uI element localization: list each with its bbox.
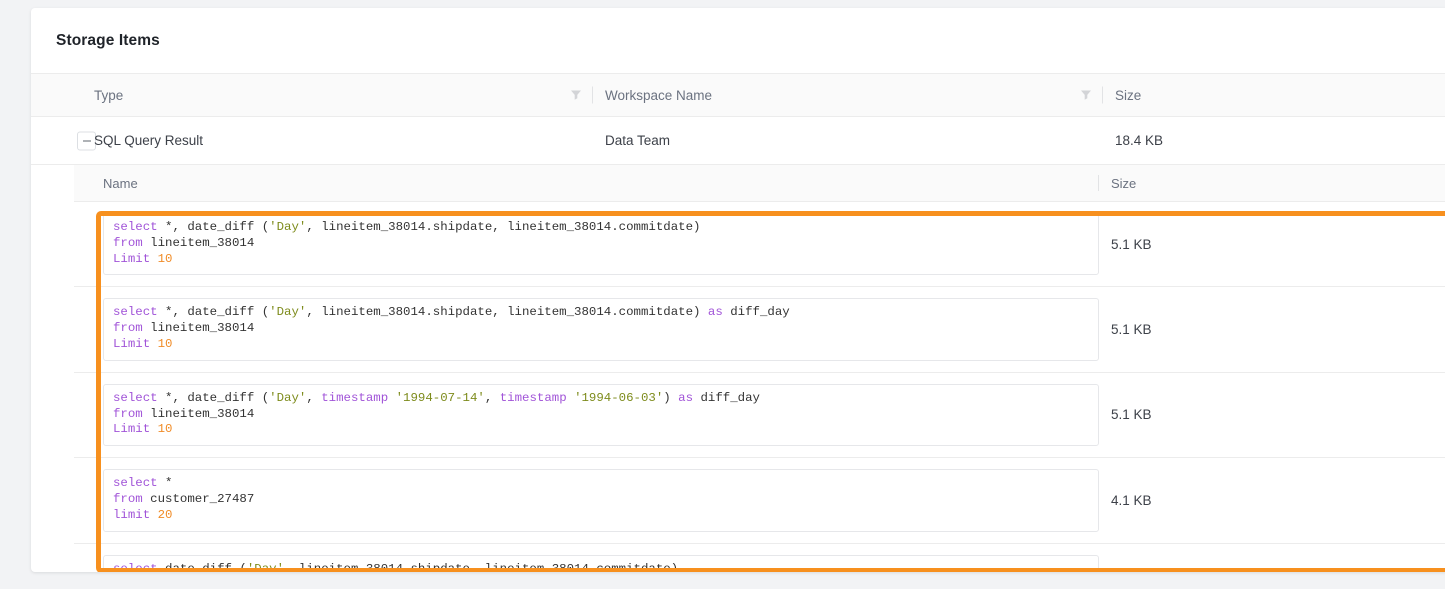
nested-table-body: select *, date_diff ('Day', lineitem_380… (74, 202, 1445, 572)
nested-table-row[interactable]: select *, date_diff ('Day', timestamp '1… (74, 372, 1445, 459)
nested-column-header-size[interactable]: Size (1099, 176, 1445, 191)
sql-query-text[interactable]: select *, date_diff ('Day', lineitem_380… (103, 298, 1099, 361)
nested-cell-name: select date_diff ('Day', lineitem_38014.… (74, 544, 1099, 572)
page-root: Storage Items Type Workspace Name Size S… (0, 0, 1445, 589)
nested-cell-size: 5.1 KB (1111, 236, 1152, 252)
nested-cell-size: < 1 KB (1099, 544, 1445, 572)
nested-cell-size: 5.1 KB (1111, 322, 1152, 338)
nested-column-header-name-label: Name (103, 175, 138, 191)
outer-table-header: Type Workspace Name Size (31, 73, 1445, 117)
cell-type-value: SQL Query Result (94, 133, 204, 148)
cell-workspace-name: Data Team (593, 133, 1103, 148)
column-header-size-label: Size (1115, 87, 1142, 103)
nested-table-row[interactable]: select * from customer_27487 limit 20 4.1… (74, 458, 1445, 544)
nested-cell-name: select *, date_diff ('Day', lineitem_380… (74, 287, 1099, 371)
nested-cell-name: select * from customer_27487 limit 20 (74, 458, 1099, 542)
column-header-type[interactable]: Type (31, 86, 593, 104)
cell-type: SQL Query Result (31, 133, 593, 148)
sql-query-text[interactable]: select *, date_diff ('Day', lineitem_380… (103, 213, 1099, 276)
nested-table-row[interactable]: select *, date_diff ('Day', lineitem_380… (74, 287, 1445, 373)
column-header-workspace-name-label: Workspace Name (605, 87, 713, 103)
page-title: Storage Items (56, 32, 160, 49)
nested-cell-size: 5.1 KB (1111, 407, 1152, 423)
nested-table-row[interactable]: select date_diff ('Day', lineitem_38014.… (74, 543, 1445, 572)
nested-column-header-size-label: Size (1111, 175, 1137, 191)
column-header-size[interactable]: Size (1103, 88, 1445, 103)
nested-cell-name: select *, date_diff ('Day', timestamp '1… (74, 373, 1099, 457)
nested-table: Name Size select *, date_diff ('Day', li… (31, 165, 1445, 572)
nested-column-header-name[interactable]: Name (74, 175, 1099, 191)
sql-query-text[interactable]: select * from customer_27487 limit 20 (103, 469, 1099, 532)
cell-size: 18.4 KB (1103, 133, 1445, 148)
nested-table-row[interactable]: select *, date_diff ('Day', lineitem_380… (74, 202, 1445, 288)
column-header-type-label: Type (94, 87, 124, 103)
filter-icon[interactable] (569, 88, 583, 102)
table-row[interactable]: SQL Query Result Data Team 18.4 KB (31, 117, 1445, 165)
nested-cell-size: 4.1 KB (1111, 492, 1152, 508)
storage-items-card: Storage Items Type Workspace Name Size S… (31, 8, 1445, 572)
nested-cell-name: select *, date_diff ('Day', lineitem_380… (74, 202, 1099, 286)
sql-query-text[interactable]: select *, date_diff ('Day', timestamp '1… (103, 383, 1099, 447)
cell-workspace-name-value: Data Team (605, 133, 671, 148)
cell-size-value: 18.4 KB (1115, 133, 1164, 148)
sql-query-text[interactable]: select date_diff ('Day', lineitem_38014.… (103, 554, 1099, 572)
nested-table-header: Name Size (74, 165, 1445, 202)
column-header-workspace-name[interactable]: Workspace Name (593, 86, 1103, 104)
filter-icon[interactable] (1079, 88, 1093, 102)
